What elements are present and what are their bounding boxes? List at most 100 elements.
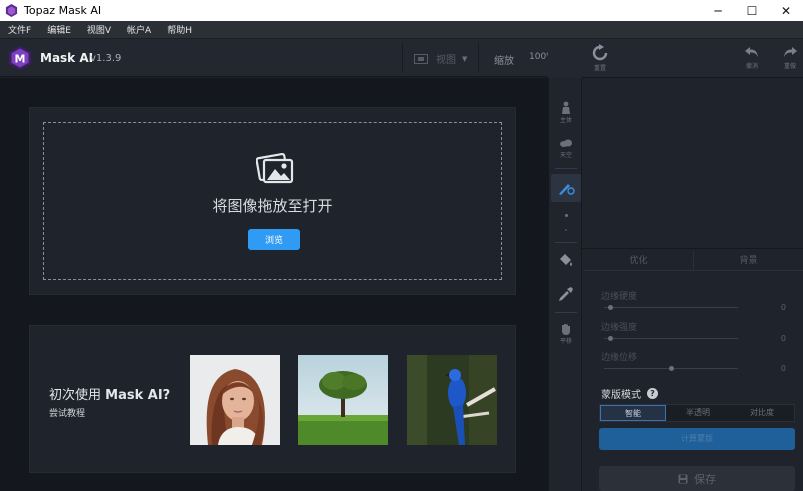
tool-subject[interactable]: 主体	[551, 101, 581, 124]
slider-edge-hardness[interactable]	[604, 305, 738, 310]
slider-label-edge-hardness: 边缘硬度	[601, 292, 638, 302]
reset-label: 重置	[593, 65, 606, 72]
mask-mode-heading: 蒙版模式 ?	[601, 386, 658, 401]
menu-view[interactable]: 视图V	[87, 23, 111, 36]
compute-mask-button[interactable]: 计算蒙版	[599, 428, 795, 450]
tool-fill[interactable]	[551, 252, 581, 268]
tool-pan-label: 平移	[559, 338, 572, 345]
right-panel: 优化 背景 边缘硬度 0 边缘强度 0 边缘位移 0 蒙版模式 ? 智能 半透明…	[582, 78, 803, 491]
topaz-app-icon	[5, 4, 18, 17]
slider-knob[interactable]	[608, 336, 614, 341]
tutorial-thumbnail-tree[interactable]	[298, 355, 388, 445]
slider-edge-shift[interactable]	[604, 366, 738, 371]
mask-mode-selector: 智能 半透明 对比度	[599, 404, 795, 422]
menu-account[interactable]: 帐户A	[127, 23, 151, 36]
canvas-area: 将图像拖放至打开 浏览 初次使用 Mask AI? 尝试教程	[0, 78, 548, 491]
hand-icon	[562, 324, 570, 335]
drop-zone[interactable]: 将图像拖放至打开 浏览	[43, 122, 502, 280]
save-label: 保存	[694, 472, 716, 486]
tutorial-thumbnail-parrot[interactable]	[407, 355, 497, 445]
view-label: 视图	[436, 55, 456, 66]
minimize-button[interactable]: ─	[701, 0, 735, 21]
slider-value-edge-shift: 0	[780, 364, 786, 373]
brush-size-dot[interactable]	[551, 214, 581, 217]
app-window: Topaz Mask AI ─ ☐ ✕ 文件F 编辑E 视图V 帐户A 帮助H …	[0, 0, 803, 491]
slider-label-edge-shift: 边缘位移	[601, 353, 638, 363]
tool-pan[interactable]: 平移	[551, 322, 581, 345]
window-title: Topaz Mask AI	[24, 4, 102, 17]
slider-edge-strength[interactable]	[604, 336, 738, 341]
slider-knob[interactable]	[668, 366, 674, 371]
slider-value-edge-strength: 0	[780, 334, 786, 343]
tool-brush[interactable]	[551, 174, 581, 202]
reset-icon	[592, 44, 608, 61]
redo-icon	[784, 47, 797, 57]
zoom-label: 缩放	[494, 56, 514, 67]
person-icon	[562, 101, 570, 114]
save-icon	[678, 474, 688, 483]
tutorial-title: 初次使用 Mask AI?	[49, 384, 170, 403]
mode-translucent[interactable]: 半透明	[666, 405, 730, 421]
brush-settings-icon	[559, 184, 575, 195]
toolbar-divider	[402, 43, 403, 73]
tab-background[interactable]: 背景	[693, 251, 803, 270]
parrot-thumbnail-image	[407, 355, 497, 445]
navigator-preview	[582, 78, 803, 249]
mask-ai-logo-icon: M	[9, 46, 31, 70]
tab-refine[interactable]: 优化	[584, 251, 693, 270]
dot-icon	[564, 214, 568, 217]
app-name: Mask AI	[40, 51, 94, 65]
menu-bar: 文件F 编辑E 视图V 帐户A 帮助H	[0, 21, 803, 39]
drop-panel: 将图像拖放至打开 浏览	[29, 107, 516, 295]
redo-label: 重做	[783, 63, 796, 70]
close-button[interactable]: ✕	[769, 0, 803, 21]
tool-eyedropper[interactable]	[551, 286, 581, 302]
tool-separator	[555, 312, 577, 313]
main-toolbar: M Mask AI v1.3.9 视图 ▼ 缩放 100% ▼	[0, 39, 582, 77]
portrait-thumbnail-image	[190, 355, 280, 445]
slider-value-edge-hardness: 0	[780, 303, 786, 312]
save-button[interactable]: 保存	[599, 466, 795, 491]
app-version: v1.3.9	[90, 53, 122, 64]
tutorial-title-bold: Mask AI?	[105, 388, 171, 403]
svg-text:M: M	[15, 53, 26, 66]
tool-subject-label: 主体	[559, 117, 572, 124]
tutorial-subtitle[interactable]: 尝试教程	[49, 406, 85, 419]
toolbar-divider	[478, 43, 479, 73]
tutorial-panel: 初次使用 Mask AI? 尝试教程	[29, 325, 516, 473]
tutorial-thumbnail-portrait[interactable]	[190, 355, 280, 445]
help-icon[interactable]: ?	[647, 388, 658, 399]
redo-button[interactable]: 重做	[778, 44, 802, 70]
right-panel-toolbar: 重置 撤消 重做	[582, 39, 803, 78]
paint-bucket-icon	[560, 254, 572, 266]
eyedropper-icon	[559, 287, 573, 301]
window-controls: ─ ☐ ✕	[701, 0, 803, 21]
toolstrip-header	[548, 39, 582, 78]
chevron-down-icon: ▼	[462, 54, 468, 63]
tool-sky-label: 天空	[559, 152, 572, 159]
view-mode-icon	[414, 53, 428, 64]
tool-sky[interactable]: 天空	[551, 136, 581, 159]
mode-smart[interactable]: 智能	[600, 405, 666, 421]
menu-file[interactable]: 文件F	[8, 23, 31, 36]
tutorial-title-prefix: 初次使用	[49, 388, 106, 403]
title-bar: Topaz Mask AI ─ ☐ ✕	[0, 0, 803, 21]
browse-button[interactable]: 浏览	[248, 229, 300, 250]
maximize-button[interactable]: ☐	[735, 0, 769, 21]
image-icon	[256, 152, 294, 184]
menu-edit[interactable]: 编辑E	[47, 23, 71, 36]
slider-knob[interactable]	[608, 305, 614, 310]
menu-help[interactable]: 帮助H	[167, 23, 192, 36]
tool-separator	[555, 242, 577, 243]
mask-mode-label: 蒙版模式	[601, 390, 641, 401]
brush-size-dot-small[interactable]	[551, 229, 581, 231]
slider-label-edge-strength: 边缘强度	[601, 323, 638, 333]
undo-button[interactable]: 撤消	[740, 44, 764, 70]
undo-label: 撤消	[745, 63, 758, 70]
tree-thumbnail-image	[298, 355, 388, 445]
reset-button[interactable]: 重置	[588, 44, 612, 72]
view-dropdown[interactable]: 视图 ▼	[414, 51, 467, 66]
drop-instructions: 将图像拖放至打开	[212, 197, 333, 215]
cloud-icon	[560, 139, 572, 147]
mode-contrast[interactable]: 对比度	[730, 405, 794, 421]
